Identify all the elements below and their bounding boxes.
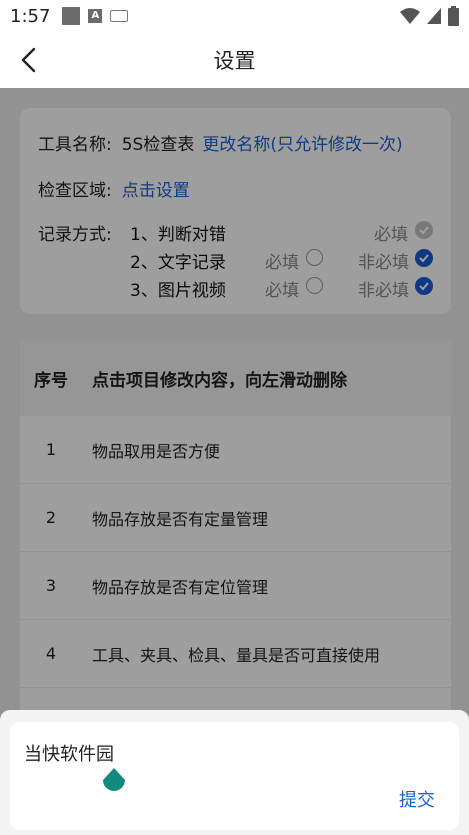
text-input-box[interactable]: 当快软件园 提交 [10,722,459,830]
submit-button[interactable]: 提交 [399,786,435,812]
a-notification-icon: A [88,9,103,23]
keyboard-icon [110,10,129,22]
nav-bar: 设置 [0,32,469,88]
notification-square-icon [62,7,81,25]
page-title: 设置 [213,49,256,73]
wifi-icon [400,8,420,24]
signal-icon [427,8,441,24]
bottom-input-sheet: 当快软件园 提交 [0,710,469,835]
status-right [400,6,459,26]
text-input-value[interactable]: 当快软件园 [24,740,114,766]
text-cursor-handle-icon[interactable] [100,766,128,798]
back-arrow-icon[interactable] [16,46,44,74]
battery-icon [448,6,459,26]
status-time: 1:57 [10,5,51,27]
status-bar: 1:57 A [0,0,469,32]
